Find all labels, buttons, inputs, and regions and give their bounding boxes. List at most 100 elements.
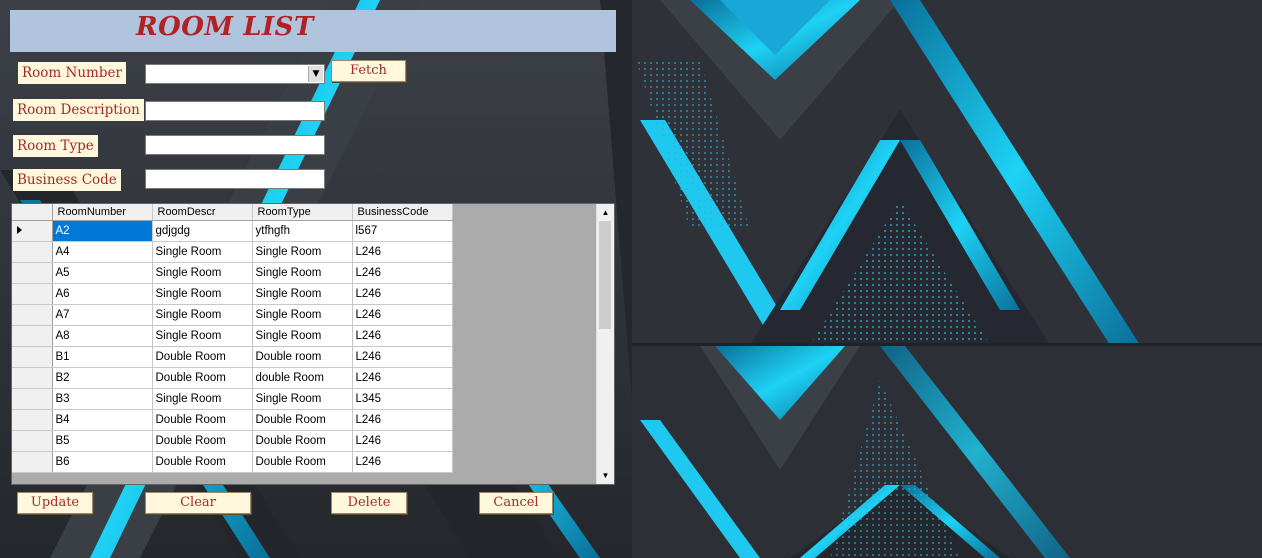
table-row[interactable]: B1 Double Room Double room L246 — [12, 346, 453, 368]
table-cell[interactable]: Single Room — [152, 325, 253, 347]
table-row[interactable]: A7 Single Room Single Room L246 — [12, 304, 453, 326]
delete-button[interactable]: Delete — [331, 492, 407, 514]
chevron-down-icon[interactable]: ▼ — [308, 66, 323, 82]
table-cell[interactable]: B5 — [52, 430, 153, 452]
table-cell[interactable]: B1 — [52, 346, 153, 368]
table-row[interactable]: A8 Single Room Single Room L246 — [12, 325, 453, 347]
room-description-field[interactable] — [145, 101, 325, 121]
table-cell[interactable]: L246 — [352, 430, 453, 452]
table-cell[interactable]: Single Room — [152, 388, 253, 410]
table-cell[interactable]: B4 — [52, 409, 153, 431]
table-cell[interactable]: A8 — [52, 325, 153, 347]
row-header-cell[interactable] — [12, 283, 53, 305]
room-type-label: Room Type — [13, 135, 98, 157]
table-row[interactable]: B2 Double Room double Room L246 — [12, 367, 453, 389]
row-header-cell[interactable] — [12, 409, 53, 431]
table-cell[interactable]: L246 — [352, 262, 453, 284]
room-description-label: Room Description — [13, 99, 144, 121]
row-header-cell[interactable] — [12, 367, 53, 389]
table-cell[interactable]: Single Room — [152, 304, 253, 326]
row-header-cell[interactable] — [12, 325, 53, 347]
column-header-roomnumber[interactable]: RoomNumber — [52, 204, 153, 221]
table-row[interactable]: A2 gdjgdg ytfhgfh l567 — [12, 220, 453, 242]
table-row[interactable]: B3 Single Room Single Room L345 — [12, 388, 453, 410]
row-header-cell[interactable] — [12, 430, 53, 452]
table-cell[interactable]: Double room — [252, 346, 353, 368]
table-cell[interactable]: Single Room — [252, 325, 353, 347]
rooms-table: RoomNumber RoomDescr RoomType BusinessCo… — [12, 204, 453, 473]
table-row[interactable]: B4 Double Room Double Room L246 — [12, 409, 453, 431]
table-cell[interactable]: L246 — [352, 346, 453, 368]
table-cell[interactable]: L246 — [352, 367, 453, 389]
table-cell[interactable]: Single Room — [152, 262, 253, 284]
row-header-cell[interactable] — [12, 241, 53, 263]
table-cell[interactable]: A5 — [52, 262, 153, 284]
table-cell[interactable]: Single Room — [252, 304, 353, 326]
table-cell[interactable]: Single Room — [252, 241, 353, 263]
table-cell[interactable]: Single Room — [252, 283, 353, 305]
table-cell[interactable]: Single Room — [252, 262, 353, 284]
row-header-cell[interactable] — [12, 262, 53, 284]
table-cell[interactable]: B2 — [52, 367, 153, 389]
table-cell[interactable]: Single Room — [252, 388, 353, 410]
column-header-roomtype[interactable]: RoomType — [252, 204, 353, 221]
column-header-roomdescr[interactable]: RoomDescr — [152, 204, 253, 221]
table-cell[interactable]: L246 — [352, 283, 453, 305]
table-cell[interactable]: Double Room — [152, 430, 253, 452]
scroll-down-icon[interactable]: ▼ — [597, 467, 614, 484]
table-cell[interactable]: Single Room — [152, 283, 253, 305]
table-cell[interactable]: double Room — [252, 367, 353, 389]
title-bar: ROOM LIST — [10, 10, 616, 52]
table-cell[interactable]: Double Room — [152, 451, 253, 473]
row-header-cell[interactable] — [12, 451, 53, 473]
table-cell[interactable]: Double Room — [252, 451, 353, 473]
table-cell[interactable]: A6 — [52, 283, 153, 305]
table-cell[interactable]: L246 — [352, 409, 453, 431]
table-cell[interactable]: Double Room — [152, 409, 253, 431]
row-header-cell[interactable] — [12, 346, 53, 368]
table-cell[interactable]: B6 — [52, 451, 153, 473]
table-cell[interactable]: L246 — [352, 241, 453, 263]
update-button[interactable]: Update — [17, 492, 93, 514]
grid-corner-cell[interactable] — [12, 204, 53, 221]
room-number-dropdown[interactable]: ▼ — [145, 64, 325, 84]
table-cell[interactable]: A7 — [52, 304, 153, 326]
table-header-row: RoomNumber RoomDescr RoomType BusinessCo… — [12, 204, 453, 221]
table-row[interactable]: A6 Single Room Single Room L246 — [12, 283, 453, 305]
business-code-label: Business Code — [13, 169, 121, 191]
vertical-scrollbar[interactable]: ▲ ▼ — [596, 204, 614, 484]
table-cell[interactable]: A2 — [52, 220, 153, 242]
row-header-cell[interactable] — [12, 304, 53, 326]
row-header-cell[interactable] — [12, 388, 53, 410]
table-cell[interactable]: A4 — [52, 241, 153, 263]
table-cell[interactable]: B3 — [52, 388, 153, 410]
table-cell[interactable]: L345 — [352, 388, 453, 410]
table-cell[interactable]: Double Room — [252, 409, 353, 431]
table-cell[interactable]: Single Room — [152, 241, 253, 263]
table-cell[interactable]: L246 — [352, 451, 453, 473]
row-header-cell[interactable] — [12, 220, 53, 242]
current-row-arrow-icon — [17, 225, 22, 234]
table-cell[interactable]: l567 — [352, 220, 453, 242]
table-cell[interactable]: ytfhgfh — [252, 220, 353, 242]
rooms-data-grid[interactable]: RoomNumber RoomDescr RoomType BusinessCo… — [11, 203, 615, 485]
column-header-businesscode[interactable]: BusinessCode — [352, 204, 453, 221]
cancel-button[interactable]: Cancel — [479, 492, 553, 514]
table-row[interactable]: B5 Double Room Double Room L246 — [12, 430, 453, 452]
table-cell[interactable]: L246 — [352, 325, 453, 347]
room-type-field[interactable] — [145, 135, 325, 155]
table-row[interactable]: A5 Single Room Single Room L246 — [12, 262, 453, 284]
scrollbar-thumb[interactable] — [599, 221, 611, 329]
table-cell[interactable]: Double Room — [252, 430, 353, 452]
table-cell[interactable]: Double Room — [152, 367, 253, 389]
table-row[interactable]: A4 Single Room Single Room L246 — [12, 241, 453, 263]
page-title: ROOM LIST — [136, 12, 314, 42]
table-cell[interactable]: Double Room — [152, 346, 253, 368]
business-code-field[interactable] — [145, 169, 325, 189]
fetch-button[interactable]: Fetch — [331, 60, 406, 82]
table-row[interactable]: B6 Double Room Double Room L246 — [12, 451, 453, 473]
table-cell[interactable]: L246 — [352, 304, 453, 326]
table-cell[interactable]: gdjgdg — [152, 220, 253, 242]
clear-button[interactable]: Clear — [145, 492, 251, 514]
scroll-up-icon[interactable]: ▲ — [597, 204, 614, 221]
